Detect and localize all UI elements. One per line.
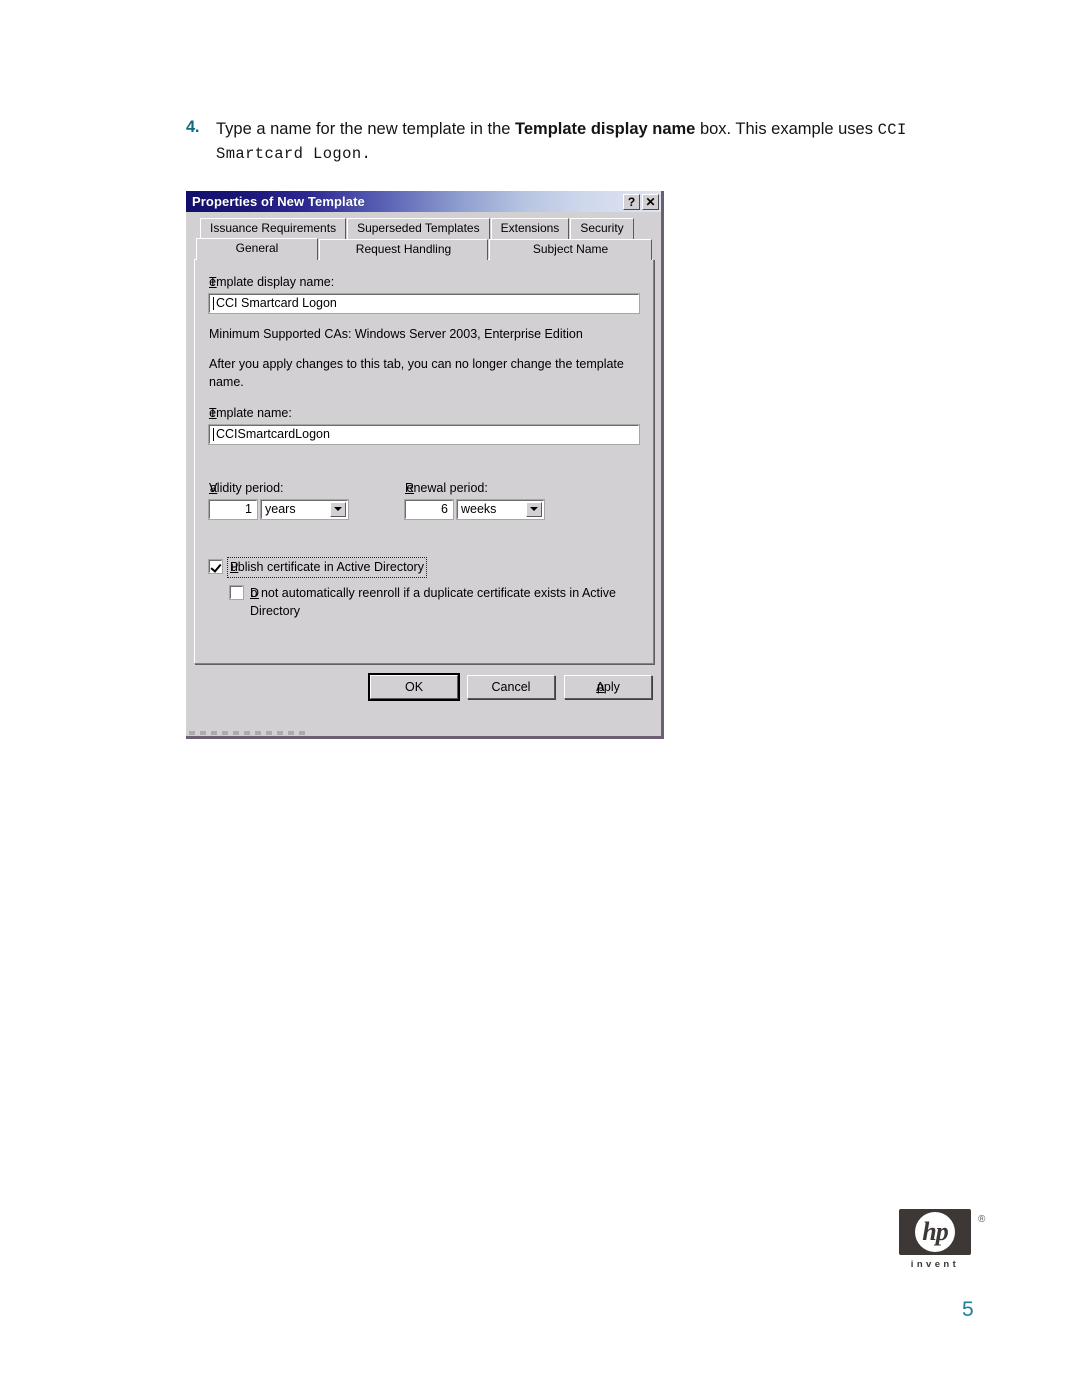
properties-dialog: Properties of New Template ? ✕ Issuance … — [186, 191, 664, 739]
validity-value-input[interactable]: 1 — [208, 498, 258, 520]
renewal-controls: 6 weeks — [404, 498, 601, 520]
tab-row-upper: Issuance Requirements Superseded Templat… — [194, 218, 654, 239]
tab-extensions[interactable]: Extensions — [490, 218, 570, 239]
publish-certificate-checkbox[interactable] — [208, 558, 223, 574]
tab-general[interactable]: General — [196, 238, 318, 260]
step-text: Type a name for the new template in the … — [216, 118, 986, 166]
help-icon[interactable]: ? — [623, 193, 640, 210]
registered-trademark-icon: ® — [978, 1214, 986, 1225]
validity-period-label-text: alidity period: — [209, 480, 284, 495]
publish-certificate-label: Publish certificate in Active Directory — [227, 556, 427, 579]
apply-button[interactable]: Apply — [564, 675, 652, 699]
validity-controls: 1 years — [208, 498, 405, 520]
renewal-unit-select[interactable]: weeks — [456, 498, 545, 520]
renewal-unit-value: weeks — [461, 502, 497, 517]
display-name-label-text: emplate display name: — [209, 275, 335, 289]
apply-button-text: pply — [596, 680, 620, 694]
tab-subject-name[interactable]: Subject Name — [489, 239, 652, 260]
dialog-button-bar: OK Cancel Apply — [194, 673, 654, 701]
reenroll-label: Do not automatically reenroll if a dupli… — [250, 586, 616, 619]
template-name-value: CCISmartcardLogon — [216, 427, 330, 442]
step-text-part2: box. This example uses — [695, 120, 878, 138]
hp-logo-circle: hp — [915, 1212, 955, 1252]
reenroll-label-text: o not automatically reenroll if a duplic… — [250, 586, 616, 619]
validity-unit-select[interactable]: years — [260, 498, 349, 520]
hp-tagline: invent — [910, 1259, 960, 1270]
renewal-period-label: Renewal period: — [405, 480, 488, 495]
chevron-down-icon[interactable] — [330, 501, 346, 517]
tab-request-handling[interactable]: Request Handling — [319, 239, 488, 260]
chevron-down-icon[interactable] — [526, 501, 542, 517]
publish-certificate-label-text: ublish certificate in Active Directory — [230, 559, 424, 574]
publish-certificate-row[interactable]: Publish certificate in Active Directory — [208, 556, 639, 579]
renewal-value-input[interactable]: 6 — [404, 498, 454, 520]
general-tab-panel: Template display name: CCI Smartcard Log… — [194, 259, 654, 664]
validity-period-label: Validity period: — [209, 480, 284, 495]
hp-wordmark: hp — [922, 1216, 948, 1246]
instruction-step: 4. Type a name for the new template in t… — [186, 118, 986, 166]
reenroll-row[interactable]: Do not automatically reenroll if a dupli… — [229, 585, 639, 621]
step-number: 4. — [186, 118, 200, 136]
validity-unit-value: years — [265, 502, 296, 517]
step-text-part1: Type a name for the new template in the — [216, 120, 516, 138]
text-caret — [213, 296, 214, 310]
cancel-button[interactable]: Cancel — [467, 675, 555, 699]
reenroll-checkbox[interactable] — [229, 585, 244, 601]
step-text-mono1: CCI — [877, 121, 907, 139]
validity-period-group: Validity period: 1 years — [208, 480, 405, 520]
template-name-input[interactable]: CCISmartcardLogon — [208, 423, 640, 445]
titlebar-buttons: ? ✕ — [623, 193, 659, 210]
close-icon[interactable]: ✕ — [642, 193, 659, 210]
step-text-mono2: Smartcard Logon. — [216, 144, 372, 163]
dialog-titlebar[interactable]: Properties of New Template ? ✕ — [186, 191, 661, 212]
dialog-body: Issuance Requirements Superseded Templat… — [186, 212, 661, 736]
tab-issuance-requirements[interactable]: Issuance Requirements — [200, 218, 347, 239]
renewal-period-label-text: enewal period: — [406, 480, 488, 495]
step-text-bold: Template display name — [515, 120, 696, 138]
page-number: 5 — [962, 1298, 974, 1321]
renewal-period-group: Renewal period: 6 weeks — [404, 480, 601, 520]
scan-artifact — [189, 731, 309, 735]
display-name-value: CCI Smartcard Logon — [216, 296, 337, 311]
text-caret — [213, 427, 214, 441]
tab-row-lower: General Request Handling Subject Name — [194, 238, 654, 260]
tab-superseded-templates[interactable]: Superseded Templates — [347, 218, 490, 239]
change-warning-line: After you apply changes to this tab, you… — [209, 357, 624, 390]
hp-logo: hp — [899, 1209, 971, 1255]
ok-button[interactable]: OK — [368, 673, 460, 701]
minimum-ca-line: Minimum Supported CAs: Windows Server 20… — [209, 326, 583, 341]
template-name-label-text: emplate name: — [209, 405, 292, 420]
dialog-title: Properties of New Template — [192, 194, 365, 209]
period-section: Validity period: 1 years Renewal period:… — [208, 480, 639, 520]
tab-security[interactable]: Security — [570, 218, 634, 239]
display-name-label: Template display name: — [209, 275, 335, 289]
template-name-label: Template name: — [209, 405, 292, 420]
display-name-input[interactable]: CCI Smartcard Logon — [208, 292, 640, 314]
